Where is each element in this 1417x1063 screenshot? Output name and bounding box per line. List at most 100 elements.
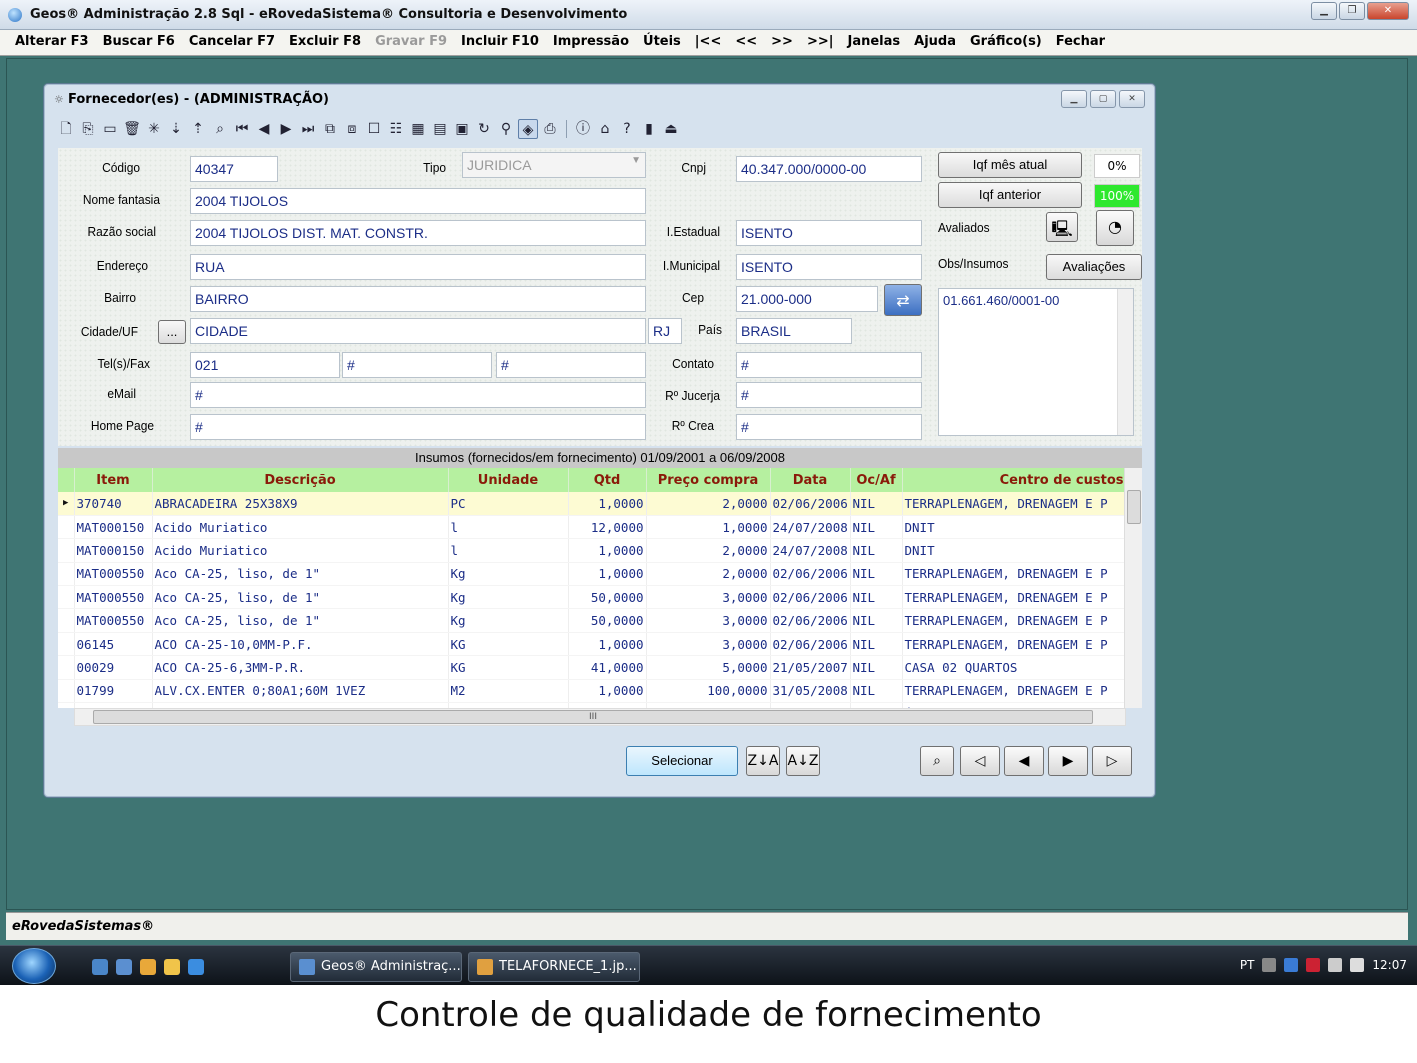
prev-record-icon[interactable]: ◀	[1004, 746, 1044, 776]
last-icon[interactable]: ⏭	[298, 119, 318, 139]
table-row[interactable]: MAT000550 Aco CA-25, liso, de 1" Kg 1,0000 2…	[58, 562, 1125, 587]
next-icon[interactable]: ▶	[276, 119, 296, 139]
column-header[interactable]: Item	[74, 468, 153, 492]
column-header[interactable]: Unidade	[448, 468, 569, 492]
table-row[interactable]: 06145 ACO CA-25-10,0MM-P.F. KG 1,0000 3,0000…	[58, 632, 1125, 657]
column-header[interactable]: Preço compra	[646, 468, 771, 492]
search-icon[interactable]: ⌕	[920, 746, 954, 776]
next-record-icon[interactable]: ▶	[1048, 746, 1088, 776]
info-icon[interactable]: ⓘ	[573, 119, 593, 139]
first-record-icon[interactable]: ◁	[960, 746, 1000, 776]
bairro-field[interactable]: BAIRRO	[190, 286, 646, 312]
cnpj-field[interactable]: 40.347.000/0000-00	[736, 156, 922, 182]
sort-desc-icon[interactable]: ⇣	[166, 119, 186, 139]
obs-memo[interactable]: 01.661.460/0001-00	[938, 288, 1134, 436]
menu-first[interactable]: |<<	[688, 30, 729, 55]
grid-horizontal-scrollbar[interactable]: III	[74, 708, 1126, 726]
iqf-anterior-button[interactable]: Iqf anterior	[938, 182, 1082, 208]
menu-uteis[interactable]: Úteis	[636, 30, 688, 55]
table-row[interactable]: MAT000150 Acido Muriatico l 12,0000 1,0000 24…	[58, 515, 1125, 540]
crea-field[interactable]: #	[736, 414, 922, 440]
list-icon[interactable]: ☷	[386, 119, 406, 139]
tray-app-icon[interactable]	[1284, 958, 1299, 972]
memo-scrollbar[interactable]	[1117, 289, 1133, 435]
child-minimize-button[interactable]: ▁	[1061, 90, 1087, 108]
grid-icon[interactable]: ▦	[408, 119, 428, 139]
help-icon[interactable]: ?	[617, 119, 637, 139]
tipo-select[interactable]: JURIDICA ▼	[462, 152, 646, 178]
search-icon[interactable]: ⌕	[210, 119, 230, 139]
close-button[interactable]: ✕	[1367, 2, 1409, 20]
menu-alterar[interactable]: Alterar F3	[8, 30, 96, 55]
menu-prev[interactable]: <<	[728, 30, 764, 55]
media-player-icon[interactable]	[140, 959, 156, 975]
column-header[interactable]: Descrição	[152, 468, 449, 492]
new-icon[interactable]: 🗋	[56, 119, 76, 139]
menu-janelas[interactable]: Janelas	[840, 30, 907, 55]
ie-icon[interactable]	[188, 959, 204, 975]
child-close-button[interactable]: ✕	[1119, 90, 1145, 108]
jucerja-field[interactable]: #	[736, 382, 922, 408]
evaluation-chart-icon[interactable]: ◔	[1096, 210, 1134, 246]
messenger-icon[interactable]	[164, 959, 180, 975]
scroll-thumb-h[interactable]: III	[93, 710, 1093, 724]
exit-icon[interactable]: ⏏	[661, 119, 681, 139]
tel2-field[interactable]: #	[342, 352, 492, 378]
table-icon[interactable]: ▤	[430, 119, 450, 139]
endereco-field[interactable]: RUA	[190, 254, 646, 280]
menu-graficos[interactable]: Gráfico(s)	[963, 30, 1049, 55]
duplicate-icon[interactable]: ⧉	[320, 119, 340, 139]
table-row[interactable]: ▶ 370740 ABRACADEIRA 25X38X9 PC 1,0000 2,0000…	[58, 492, 1125, 516]
copy-icon[interactable]: ⎘	[78, 119, 98, 139]
network-icon[interactable]	[1328, 958, 1343, 972]
filter-icon[interactable]: ⚲	[496, 119, 516, 139]
sort-za-icon[interactable]: Z↓A	[746, 746, 780, 776]
menu-excluir[interactable]: Excluir F8	[282, 30, 368, 55]
menu-buscar[interactable]: Buscar F6	[96, 30, 182, 55]
menu-last[interactable]: >>|	[800, 30, 841, 55]
column-header[interactable]: Centro de custos	[902, 468, 1125, 492]
selecionar-button[interactable]: Selecionar	[626, 746, 738, 776]
menu-impressao[interactable]: Impressão	[546, 30, 636, 55]
menu-cancelar[interactable]: Cancelar F7	[182, 30, 282, 55]
antivirus-icon[interactable]	[1306, 958, 1321, 972]
cep-field[interactable]: 21.000-000	[736, 286, 878, 312]
chart-toggle-icon[interactable]: ◈	[518, 119, 538, 139]
restore-button[interactable]: ❐	[1339, 2, 1365, 20]
taskbar-geos[interactable]: Geos® Administraç...	[290, 952, 462, 982]
grid-vertical-scrollbar[interactable]	[1124, 468, 1142, 708]
computer-icon[interactable]: 🖳	[1046, 212, 1078, 242]
start-button[interactable]	[12, 948, 56, 984]
window-icon[interactable]: ☐	[364, 119, 384, 139]
refresh-icon[interactable]: ↻	[474, 119, 494, 139]
keyboard-icon[interactable]	[1262, 958, 1277, 972]
first-icon[interactable]: ⏮	[232, 119, 252, 139]
menu-incluir[interactable]: Incluir F10	[454, 30, 546, 55]
pais-field[interactable]: BRASIL	[736, 318, 852, 344]
calendar-icon[interactable]: ▣	[452, 119, 472, 139]
delete-icon[interactable]: 🗑	[122, 119, 142, 139]
sort-az-icon[interactable]: A↓Z	[786, 746, 820, 776]
volume-icon[interactable]	[1350, 958, 1365, 972]
table-row[interactable]: MAT000550 Aco CA-25, liso, de 1" Kg 50,0000…	[58, 608, 1125, 633]
home-field[interactable]: #	[190, 414, 646, 440]
ie-field[interactable]: ISENTO	[736, 220, 922, 246]
table-row[interactable]: MAT000550 Aco CA-25, liso, de 1" Kg 50,0000…	[58, 585, 1125, 610]
paste-icon[interactable]: ⧈	[342, 119, 362, 139]
im-field[interactable]: ISENTO	[736, 254, 922, 280]
show-desktop-icon[interactable]	[92, 959, 108, 975]
column-header[interactable]: Qtd	[568, 468, 647, 492]
contato-field[interactable]: #	[736, 352, 922, 378]
cidade-lookup-button[interactable]: ...	[158, 320, 186, 344]
menu-fechar[interactable]: Fechar	[1049, 30, 1112, 55]
codigo-field[interactable]: 40347	[190, 156, 278, 182]
cidade-field[interactable]: CIDADE	[190, 318, 646, 344]
clear-icon[interactable]: ✳	[144, 119, 164, 139]
table-row[interactable]: 01799 ALV.CX.ENTER 0;80A1;60M 1VEZ M2 1,000…	[58, 679, 1125, 704]
nome-field[interactable]: 2004 TIJOLOS	[190, 188, 646, 214]
prev-icon[interactable]: ◀	[254, 119, 274, 139]
child-maximize-button[interactable]: ▢	[1090, 90, 1116, 108]
tel1-field[interactable]: 021	[190, 352, 340, 378]
avaliacoes-button[interactable]: Avaliações	[1046, 254, 1142, 280]
last-record-icon[interactable]: ▷	[1092, 746, 1132, 776]
